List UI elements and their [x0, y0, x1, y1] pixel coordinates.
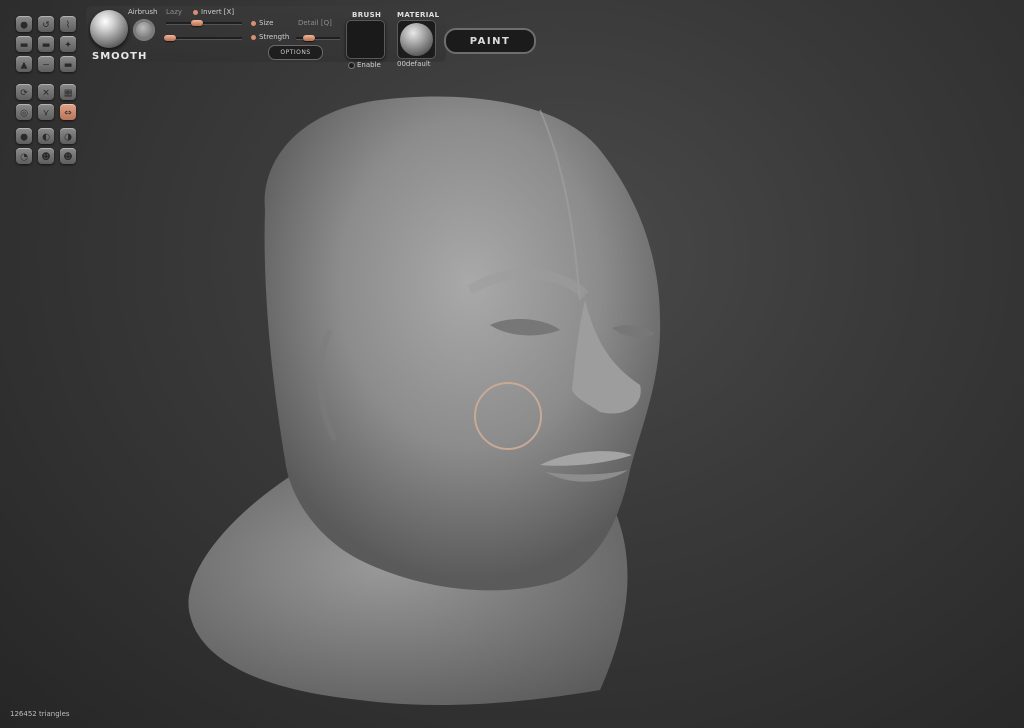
- svg-text:☻: ☻: [63, 152, 72, 163]
- paint-button[interactable]: PAINT: [444, 28, 536, 54]
- pinch-tool-icon[interactable]: ⌇: [60, 16, 76, 32]
- brush-name-label: SMOOTH: [92, 51, 148, 62]
- symmetry-icon-glyph: ⟳: [20, 89, 28, 99]
- invert-indicator-dot: [193, 10, 198, 15]
- wireframe-icon[interactable]: ✕: [38, 84, 54, 100]
- svg-text:◎: ◎: [20, 109, 28, 119]
- strength-slider-knob[interactable]: [164, 35, 176, 41]
- svg-text:✦: ✦: [64, 41, 72, 51]
- enable-indicator-dot[interactable]: [349, 63, 354, 68]
- svg-text:▬: ▬: [42, 41, 51, 51]
- brush-panel-title: BRUSH: [352, 11, 382, 19]
- reset-view-icon[interactable]: ◎: [16, 104, 32, 120]
- size-slider-knob[interactable]: [191, 20, 203, 26]
- undo-icon-glyph: ◔: [20, 153, 28, 163]
- material-swatch[interactable]: [397, 20, 436, 59]
- size-slider-track[interactable]: [166, 22, 242, 24]
- mask-invert-icon-glyph: ◑: [64, 133, 72, 143]
- inflate-tool-icon-glyph: ▬: [42, 41, 51, 51]
- rotate-tool-icon[interactable]: ↺: [38, 16, 54, 32]
- material-ball-icon: [400, 23, 433, 56]
- mask-invert-icon[interactable]: ◑: [60, 128, 76, 144]
- svg-text:⋎: ⋎: [43, 109, 50, 119]
- material-name: 00default: [397, 60, 431, 68]
- svg-text:☻: ☻: [41, 152, 50, 163]
- grid-icon-glyph: ▦: [64, 89, 73, 99]
- crease-tool-icon[interactable]: ✦: [60, 36, 76, 52]
- layer-tool-icon[interactable]: ▬: [60, 56, 76, 72]
- enable-label[interactable]: Enable: [357, 61, 381, 69]
- pinch-tool-icon-glyph: ⌇: [66, 20, 70, 31]
- flatten-tool-icon-glyph: ▬: [20, 41, 29, 51]
- stroke-mode-icon-glyph: ⇔: [64, 109, 72, 119]
- airbrush-toggle[interactable]: Airbrush: [128, 8, 157, 16]
- svg-text:▦: ▦: [64, 89, 73, 99]
- invert-toggle[interactable]: Invert [X]: [201, 8, 234, 16]
- rotate-tool-icon-glyph: ↺: [42, 21, 50, 31]
- symmetry-icon[interactable]: ⟳: [16, 84, 32, 100]
- svg-text:●: ●: [20, 21, 28, 31]
- mask-icon[interactable]: ◐: [38, 128, 54, 144]
- detail-label[interactable]: Detail [Q]: [298, 19, 332, 27]
- brush-swatch[interactable]: [346, 20, 385, 59]
- brush-preview-sphere[interactable]: [90, 10, 128, 48]
- triangle-count: 126452 triangles: [10, 710, 70, 718]
- detail-slider-knob[interactable]: [303, 35, 315, 41]
- size-indicator-dot: [251, 21, 256, 26]
- mask-icon-glyph: ◐: [42, 133, 50, 143]
- svg-text:●: ●: [20, 133, 28, 143]
- inflate-tool-icon[interactable]: ▬: [38, 36, 54, 52]
- clay-tool-icon[interactable]: ▲: [16, 56, 32, 72]
- lazy-toggle[interactable]: Lazy: [166, 8, 182, 16]
- strength-slider-track[interactable]: [166, 37, 242, 39]
- stroke-mode-icon[interactable]: ⇔: [60, 104, 76, 120]
- svg-text:⟳: ⟳: [20, 89, 28, 99]
- grab-tool-icon[interactable]: ●: [16, 16, 32, 32]
- sculpt-viewport[interactable]: [0, 0, 1024, 728]
- mirror-icon-glyph: ⋎: [43, 109, 50, 119]
- grab-tool-icon-glyph: ●: [20, 21, 28, 31]
- svg-text:~: ~: [42, 61, 50, 71]
- material-panel-title: MATERIAL: [397, 11, 440, 19]
- svg-text:▬: ▬: [20, 41, 29, 51]
- strength-indicator-dot: [251, 35, 256, 40]
- svg-text:⇔: ⇔: [64, 109, 72, 119]
- size-label: Size: [259, 19, 274, 27]
- svg-text:▲: ▲: [21, 61, 28, 71]
- wireframe-icon-glyph: ✕: [42, 89, 50, 99]
- flatten-tool-icon[interactable]: ▬: [16, 36, 32, 52]
- crease-tool-icon-glyph: ✦: [64, 41, 72, 51]
- mirror-icon[interactable]: ⋎: [38, 104, 54, 120]
- sphere-icon-glyph: ●: [20, 133, 28, 143]
- sphere-icon[interactable]: ●: [16, 128, 32, 144]
- svg-text:↺: ↺: [42, 21, 50, 31]
- head-icon[interactable]: ☻: [38, 148, 54, 164]
- options-button[interactable]: OPTIONS: [268, 45, 323, 60]
- head-icon-glyph: ☻: [41, 152, 50, 163]
- strength-label: Strength: [259, 33, 290, 41]
- svg-text:◐: ◐: [42, 133, 50, 143]
- body-icon-glyph: ☻: [63, 152, 72, 163]
- svg-text:✕: ✕: [42, 89, 50, 99]
- svg-text:▬: ▬: [64, 61, 73, 71]
- undo-icon[interactable]: ◔: [16, 148, 32, 164]
- alpha-preview[interactable]: [133, 19, 155, 41]
- grid-icon[interactable]: ▦: [60, 84, 76, 100]
- head-mesh[interactable]: [188, 96, 661, 706]
- svg-text:⌇: ⌇: [66, 20, 70, 31]
- svg-text:◑: ◑: [64, 133, 72, 143]
- smooth-tool-icon[interactable]: ~: [38, 56, 54, 72]
- smooth-tool-icon-glyph: ~: [42, 61, 50, 71]
- body-icon[interactable]: ☻: [60, 148, 76, 164]
- reset-view-icon-glyph: ◎: [20, 109, 28, 119]
- svg-text:◔: ◔: [20, 153, 28, 163]
- layer-tool-icon-glyph: ▬: [64, 61, 73, 71]
- clay-tool-icon-glyph: ▲: [21, 61, 28, 71]
